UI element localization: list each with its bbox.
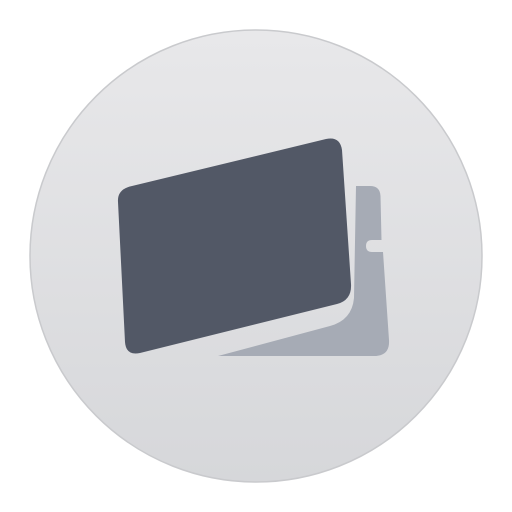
icon-stage: [0, 0, 512, 512]
app-icon: [29, 29, 483, 483]
